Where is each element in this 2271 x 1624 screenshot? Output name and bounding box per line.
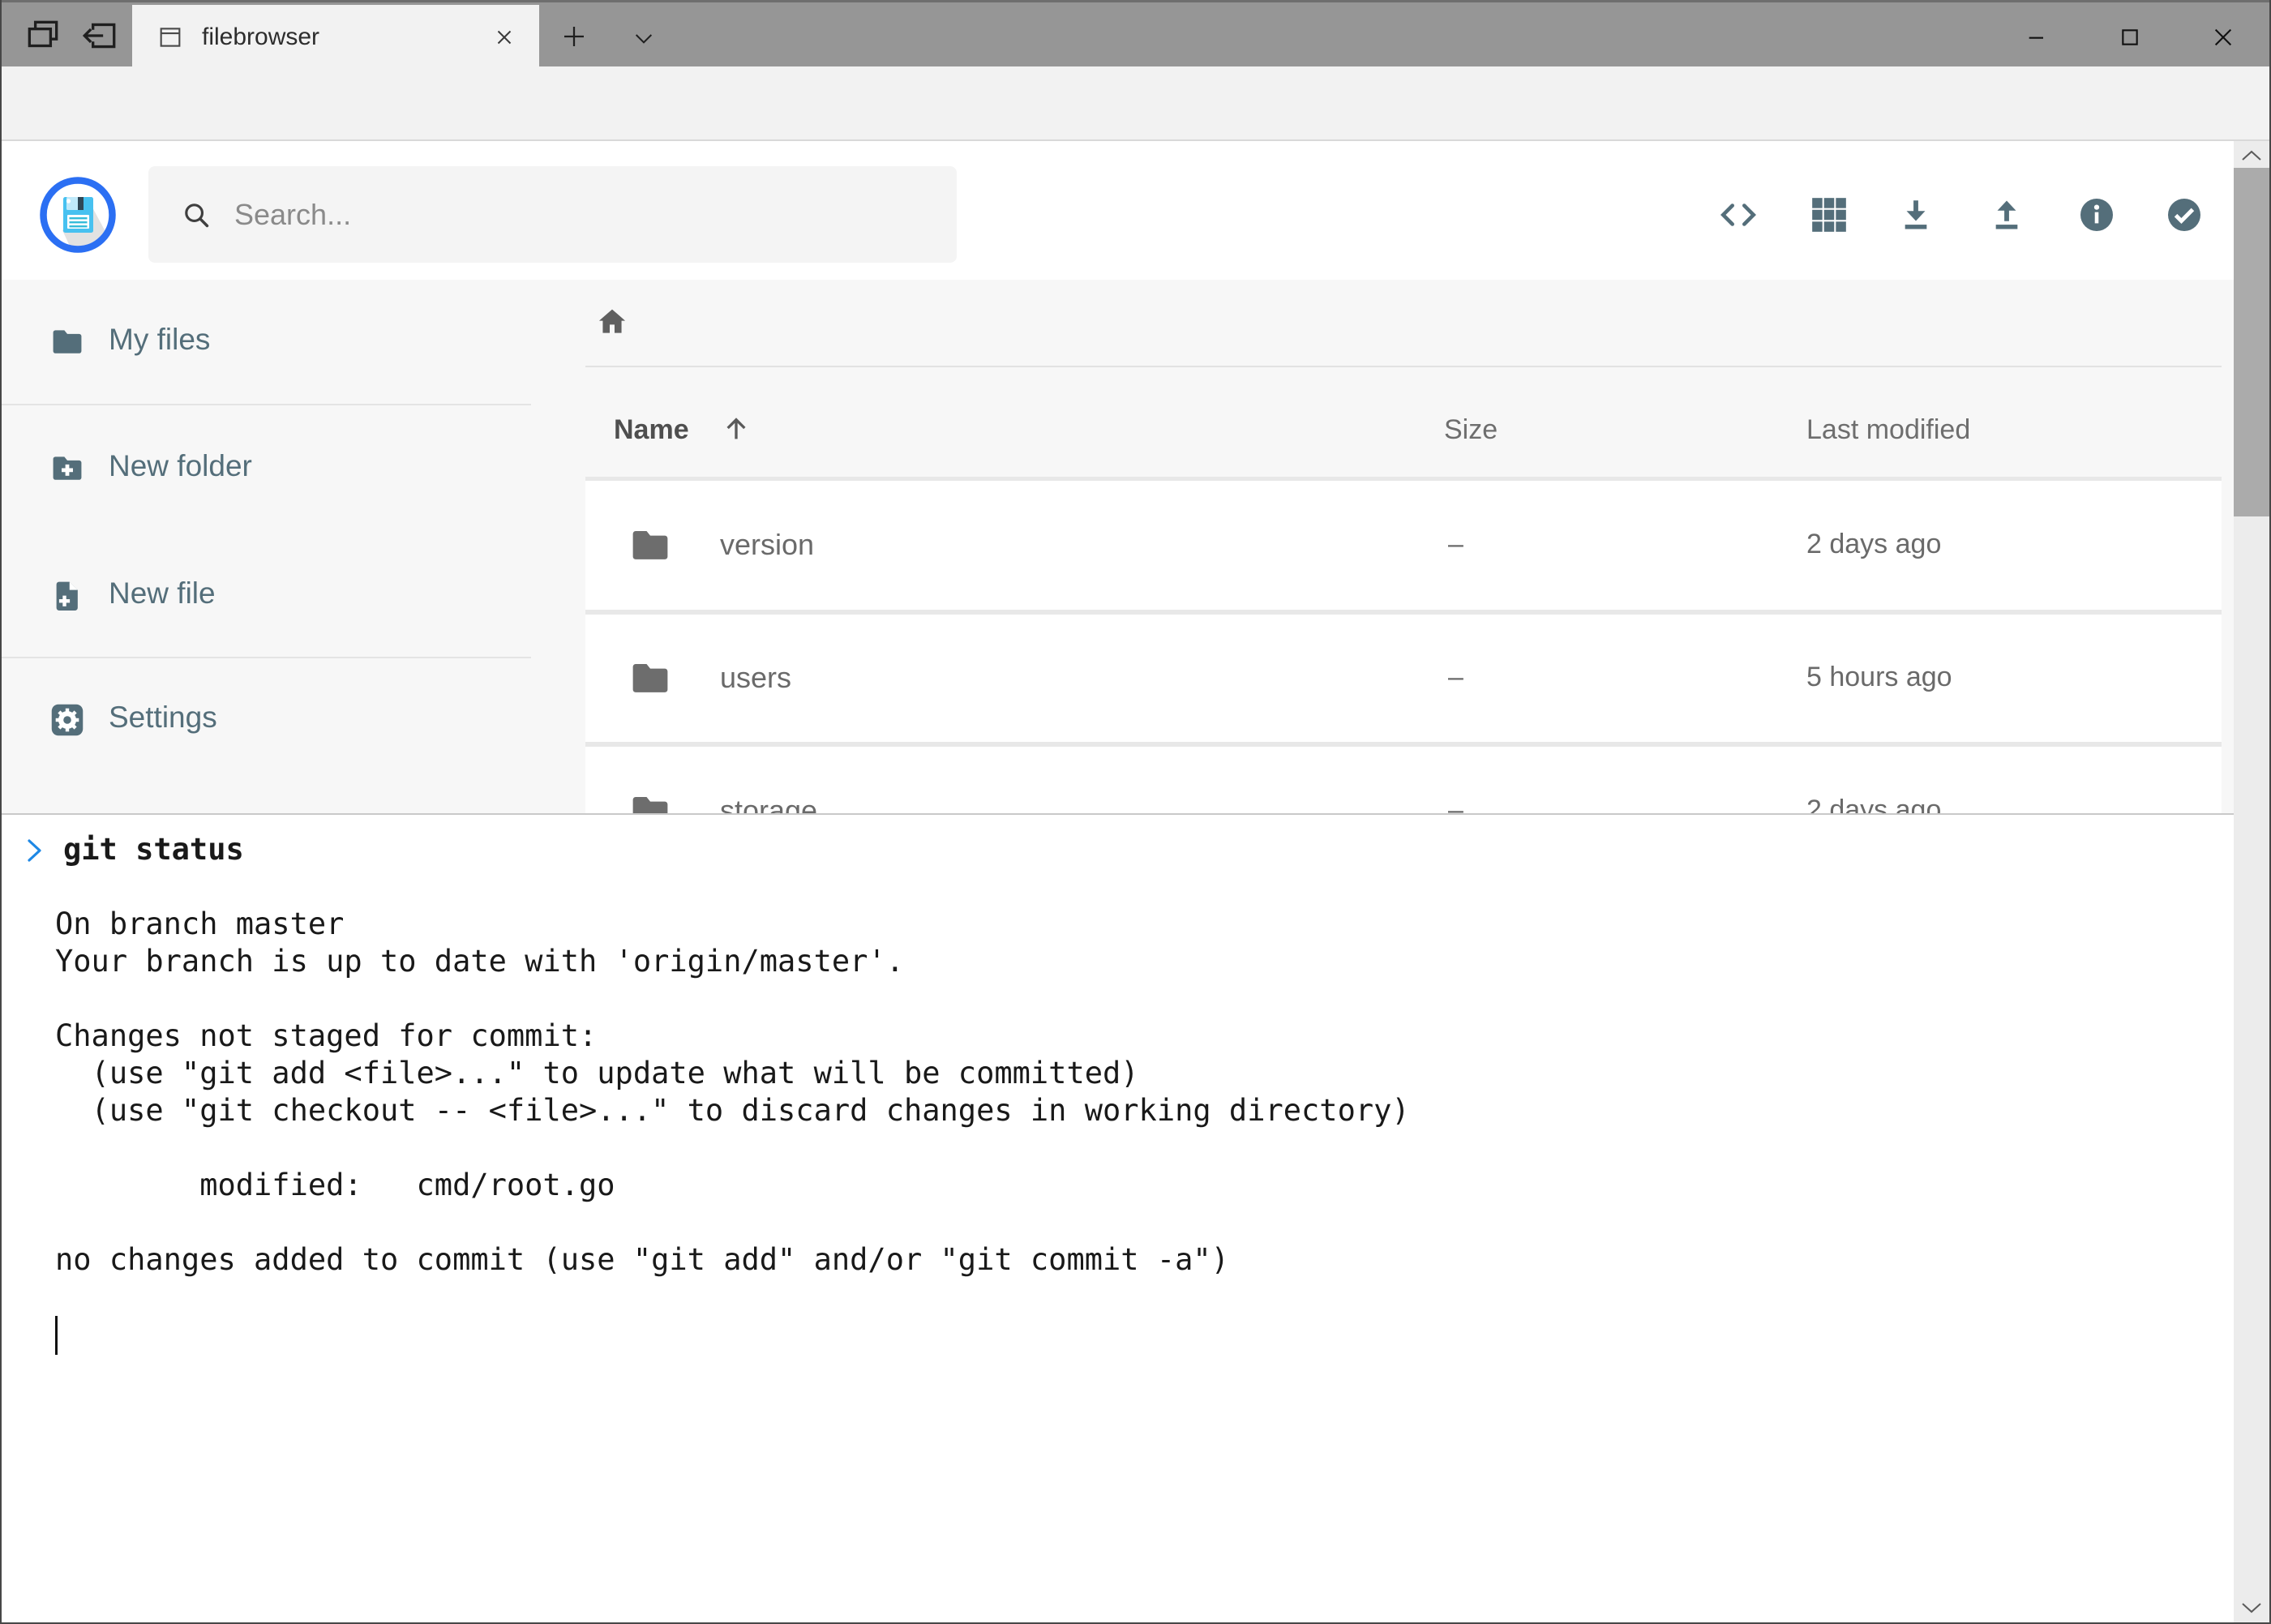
check-circle-icon bbox=[2164, 195, 2205, 235]
sidebar-item-label: Settings bbox=[109, 701, 217, 735]
sidebar-item-settings[interactable]: Settings bbox=[0, 681, 531, 759]
download-button[interactable] bbox=[1896, 195, 1936, 235]
terminal-output-line bbox=[2, 1279, 2234, 1316]
search-box[interactable] bbox=[148, 166, 957, 263]
sidebar-item-new-folder[interactable]: New folder bbox=[0, 430, 531, 508]
terminal-output-line: (use "git add <file>..." to update what … bbox=[2, 1055, 2234, 1092]
scroll-down-icon[interactable] bbox=[2240, 1600, 2263, 1616]
settings-gear-icon bbox=[49, 702, 85, 738]
file-size: – bbox=[1448, 529, 1463, 560]
minimize-button[interactable] bbox=[1990, 5, 2083, 69]
maximize-icon bbox=[2117, 24, 2143, 50]
terminal-prompt-line: git status bbox=[2, 831, 2234, 868]
terminal-output-line bbox=[2, 868, 2234, 906]
column-header-modified[interactable]: Last modified bbox=[1806, 412, 1970, 448]
column-header-name[interactable]: Name bbox=[614, 412, 689, 448]
terminal-output-line: On branch master bbox=[2, 906, 2234, 943]
maximize-button[interactable] bbox=[2083, 5, 2176, 69]
scrollbar-thumb[interactable] bbox=[2234, 168, 2269, 516]
window-border-left bbox=[0, 0, 2, 1624]
tab-filebrowser[interactable]: filebrowser bbox=[132, 5, 539, 69]
sidebar-divider bbox=[0, 657, 531, 658]
info-circle-icon bbox=[2076, 195, 2117, 235]
folder-icon bbox=[628, 657, 672, 701]
terminal-output-line bbox=[2, 980, 2234, 1018]
sidebar-item-new-file[interactable]: New file bbox=[0, 557, 531, 635]
file-modified: 5 hours ago bbox=[1806, 662, 1952, 693]
terminal-output-line: Changes not staged for commit: bbox=[2, 1018, 2234, 1055]
terminal-output-line: Your branch is up to date with 'origin/m… bbox=[2, 943, 2234, 980]
file-modified: 2 days ago bbox=[1806, 529, 1941, 560]
terminal-output-line bbox=[2, 1129, 2234, 1167]
window-arrow-icon bbox=[79, 15, 120, 56]
file-size: – bbox=[1448, 662, 1463, 693]
terminal-command: git status bbox=[63, 831, 244, 868]
raw-editor-button[interactable] bbox=[1718, 195, 1759, 235]
info-button[interactable] bbox=[2076, 195, 2117, 235]
breadcrumb-home-icon[interactable] bbox=[595, 305, 629, 339]
file-name: version bbox=[720, 528, 814, 562]
terminal-cursor bbox=[55, 1316, 58, 1355]
close-button[interactable] bbox=[2176, 5, 2269, 69]
overlapping-windows-icon bbox=[23, 15, 63, 56]
filebrowser-logo[interactable] bbox=[40, 177, 116, 253]
terminal-output-line: (use "git checkout -- <file>..." to disc… bbox=[2, 1092, 2234, 1129]
search-icon bbox=[181, 199, 212, 230]
new-tab-button[interactable] bbox=[559, 22, 589, 51]
sidebar-item-label: New folder bbox=[109, 449, 252, 483]
new-folder-icon bbox=[49, 451, 85, 486]
folder-icon bbox=[49, 324, 85, 360]
set-tabs-aside-button[interactable] bbox=[79, 15, 120, 56]
select-multiple-button[interactable] bbox=[2164, 195, 2205, 235]
upload-button[interactable] bbox=[1986, 195, 2027, 235]
sidebar-item-label: My files bbox=[109, 323, 210, 357]
plus-icon bbox=[559, 22, 589, 51]
file-name: users bbox=[720, 661, 791, 695]
titlebar: filebrowser bbox=[0, 0, 2271, 66]
prompt-chevron-icon bbox=[26, 838, 44, 863]
close-icon bbox=[2210, 24, 2236, 50]
sidebar-item-my-files[interactable]: My files bbox=[0, 303, 531, 381]
minimize-icon bbox=[2024, 24, 2050, 50]
column-header-size[interactable]: Size bbox=[1444, 412, 1498, 448]
sort-ascending-icon[interactable] bbox=[720, 412, 752, 444]
sidebar-divider bbox=[0, 404, 531, 405]
terminal-panel[interactable]: git status On branch master Your branch … bbox=[2, 813, 2234, 1622]
listing-divider bbox=[585, 366, 2222, 367]
app-content: My files New folder New file bbox=[0, 280, 2271, 813]
terminal-output-line: modified: cmd/root.go bbox=[2, 1167, 2234, 1204]
tab-title: filebrowser bbox=[202, 24, 492, 51]
grid-icon bbox=[1809, 195, 1849, 235]
app-header bbox=[0, 141, 2271, 280]
window-controls bbox=[1990, 5, 2269, 69]
folder-icon bbox=[628, 524, 672, 568]
file-row-version[interactable]: version – 2 days ago bbox=[585, 481, 2222, 610]
browser-toolbar: filebrowser.web/files/ bbox=[0, 66, 2271, 141]
terminal-output-line bbox=[2, 1204, 2234, 1241]
code-brackets-icon bbox=[1718, 195, 1759, 235]
chevron-down-icon bbox=[631, 25, 657, 51]
tab-preview-button[interactable] bbox=[23, 15, 63, 56]
file-row-users[interactable]: users – 5 hours ago bbox=[585, 615, 2222, 742]
grid-view-button[interactable] bbox=[1809, 195, 1849, 235]
scroll-up-icon[interactable] bbox=[2240, 148, 2263, 164]
terminal-output-line: no changes added to commit (use "git add… bbox=[2, 1241, 2234, 1279]
new-file-icon bbox=[49, 578, 85, 614]
search-input[interactable] bbox=[233, 197, 901, 233]
tab-close-icon[interactable] bbox=[492, 25, 516, 49]
page-favicon-icon bbox=[156, 24, 184, 51]
sidebar-item-label: New file bbox=[109, 576, 216, 611]
upload-icon bbox=[1986, 195, 2027, 235]
download-icon bbox=[1896, 195, 1936, 235]
page-scrollbar[interactable] bbox=[2234, 141, 2269, 1622]
browser-window: filebrowser bbox=[0, 0, 2271, 1624]
tab-list-dropdown-button[interactable] bbox=[631, 25, 657, 51]
